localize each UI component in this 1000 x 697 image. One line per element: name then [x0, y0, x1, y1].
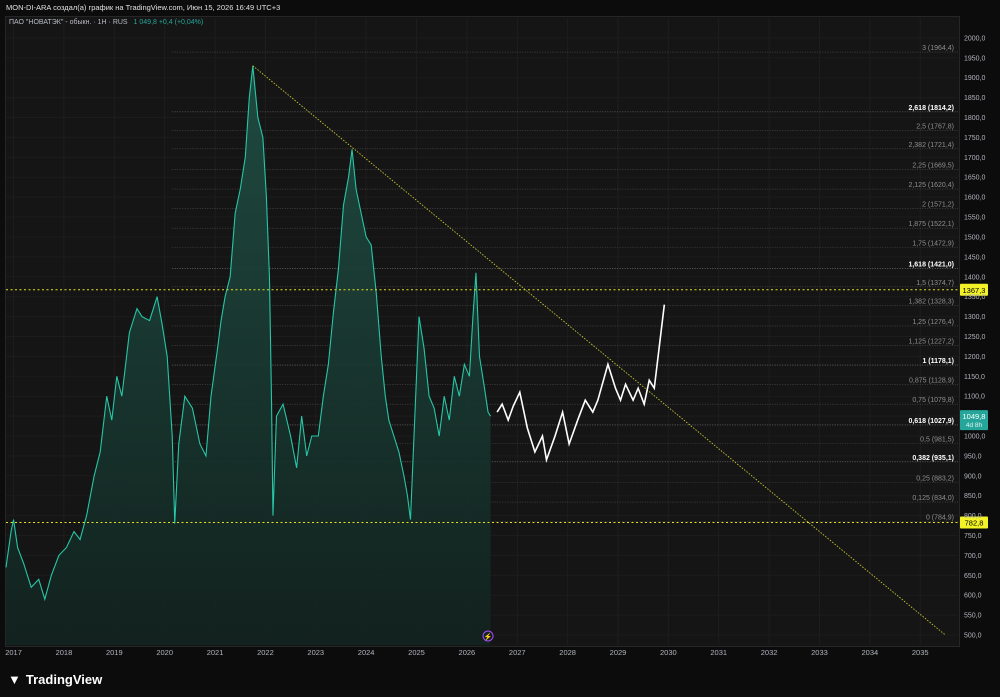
y-axis-tick-label: 1900,0	[964, 75, 986, 82]
last-price-countdown: 4d 8h	[966, 422, 983, 429]
fib-level-label: 3 (1964,4)	[922, 45, 954, 52]
x-axis-tick-label: 2026	[459, 648, 476, 657]
y-axis-tick-label: 700,0	[964, 553, 982, 560]
y-axis-tick-label: 1550,0	[964, 215, 986, 222]
fib-level-label: 0,125 (834,0)	[912, 495, 954, 502]
y-axis-tick-label: 1150,0	[964, 374, 985, 381]
y-axis-tick-label: 850,0	[964, 493, 982, 500]
x-axis-tick-label: 2024	[358, 648, 375, 657]
y-axis-tick-label: 1700,0	[964, 155, 986, 162]
y-axis-tick-label: 1450,0	[964, 254, 986, 261]
y-axis-tick-label: 500,0	[964, 633, 982, 640]
fib-level-label: 1,25 (1276,4)	[912, 319, 954, 326]
last-price-label: 1049,8	[963, 412, 986, 421]
y-axis-tick-label: 750,0	[964, 533, 982, 540]
x-axis-tick-label: 2025	[408, 648, 425, 657]
fib-level-label: 2,25 (1669,5)	[912, 162, 954, 169]
y-axis-tick-label: 600,0	[964, 593, 982, 600]
fib-level-label: 1 (1178,1)	[922, 358, 954, 365]
fib-level-label: 0,382 (935,1)	[912, 455, 954, 462]
x-axis-tick-label: 2027	[509, 648, 526, 657]
tradingview-logo[interactable]: ▼ TradingView	[8, 672, 102, 687]
brand-name: TradingView	[25, 672, 103, 687]
y-axis-tick-label: 1950,0	[964, 55, 986, 62]
fib-level-label: 2,125 (1620,4)	[908, 182, 954, 189]
x-axis-tick-label: 2033	[811, 648, 828, 657]
fib-level-label: 1,125 (1227,2)	[908, 339, 954, 346]
y-axis-tick-label: 1200,0	[964, 354, 986, 361]
y-axis-tick-label: 1650,0	[964, 175, 986, 182]
y-axis-tick-label: 950,0	[964, 453, 982, 460]
y-axis-tick-label: 1600,0	[964, 195, 986, 202]
x-axis-tick-label: 2029	[610, 648, 627, 657]
symbol-exchange: RUS	[112, 19, 128, 26]
event-marker-glyph: ⚡	[484, 632, 493, 641]
fib-level-label: 1,382 (1328,3)	[908, 298, 954, 305]
y-axis-tick-label: 1350,0	[964, 294, 986, 301]
fib-level-label: 2 (1571,2)	[922, 202, 954, 209]
x-axis-tick-label: 2017	[5, 648, 22, 657]
fib-level-label: 0,5 (981,5)	[920, 436, 954, 443]
symbol-value: 1 049,8 +0,4 (+0,04%)	[133, 19, 204, 26]
y-axis-tick-label: 550,0	[964, 613, 982, 620]
y-axis-tick-label: 2000,0	[964, 35, 986, 42]
fib-level-label: 2,5 (1767,8)	[916, 123, 954, 130]
y-axis-tick-label: 1300,0	[964, 314, 986, 321]
fib-level-label: 1,75 (1472,9)	[912, 241, 954, 248]
x-axis-tick-label: 2028	[559, 648, 576, 657]
fib-level-label: 2,618 (1814,2)	[908, 105, 954, 112]
y-axis-tick-label: 1800,0	[964, 115, 986, 122]
symbol-name: ПАО "НОВАТЭК" - обыкн.	[9, 19, 92, 26]
y-axis-tick-label: 1500,0	[964, 234, 986, 241]
y-axis-tick-label: 900,0	[964, 473, 982, 480]
symbol-legend[interactable]: ПАО "НОВАТЭК" - обыкн. · 1H · RUS 1 049,…	[9, 19, 203, 26]
y-axis-tick-label: 800,0	[964, 513, 982, 520]
y-axis-tick-label: 1850,0	[964, 95, 986, 102]
x-axis-tick-label: 2035	[912, 648, 929, 657]
fib-level-label: 0,875 (1128,9)	[909, 378, 954, 385]
x-axis-tick-label: 2032	[761, 648, 778, 657]
fib-level-label: 0 (784,9)	[926, 515, 954, 522]
fib-level-label: 0,25 (883,2)	[916, 475, 954, 482]
y-axis-tick-label: 1400,0	[964, 274, 986, 281]
x-axis-tick-label: 2018	[56, 648, 73, 657]
x-axis-tick-label: 2019	[106, 648, 123, 657]
footer-bar: ▼ TradingView	[0, 660, 1000, 697]
x-axis-tick-label: 2030	[660, 648, 677, 657]
y-axis-tick-label: 1250,0	[964, 334, 986, 341]
x-axis-tick-label: 2021	[207, 648, 224, 657]
y-axis-tick-label: 1100,0	[964, 394, 985, 401]
x-axis-tick-label: 2023	[307, 648, 324, 657]
fib-level-label: 1,618 (1421,0)	[908, 261, 954, 268]
fib-level-label: 0,618 (1027,9)	[908, 418, 954, 425]
fib-level-label: 2,382 (1721,4)	[908, 142, 954, 149]
x-axis-tick-label: 2031	[710, 648, 727, 657]
x-axis-tick-label: 2020	[156, 648, 173, 657]
y-axis-tick-label: 650,0	[964, 573, 982, 580]
tradingview-logo-icon: ▼	[8, 672, 21, 687]
projection-path[interactable]	[496, 304, 666, 464]
y-axis-tick-label: 1000,0	[964, 434, 986, 441]
x-axis-tick-label: 2022	[257, 648, 274, 657]
y-axis-tick-label: 1750,0	[964, 135, 986, 142]
fib-level-label: 0,75 (1079,8)	[912, 397, 954, 404]
x-axis-tick-label: 2034	[862, 648, 879, 657]
fib-level-label: 1,875 (1522,1)	[908, 221, 954, 228]
chart-canvas[interactable]: 3 (1964,4) 2,618 (1814,2) 2,5 (1767,8) 2,38…	[0, 0, 1000, 660]
symbol-interval: 1H	[97, 19, 107, 26]
fib-level-label: 1,5 (1374,7)	[916, 280, 954, 287]
